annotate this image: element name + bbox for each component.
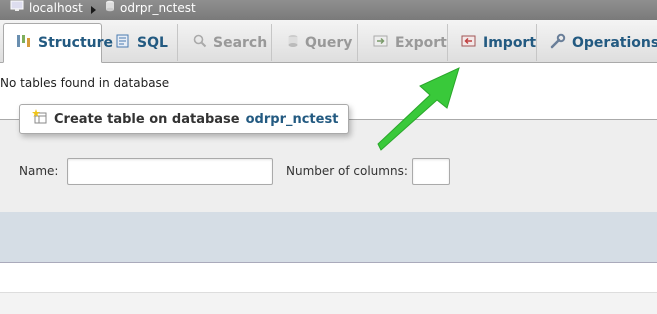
sql-icon <box>115 33 131 53</box>
create-table-legend-text: Create table on database <box>54 111 240 127</box>
wrench-icon <box>550 33 566 53</box>
tab-bar: Structure SQL Search Query Export Import <box>0 20 657 63</box>
tab-structure-label: Structure <box>38 35 114 51</box>
breadcrumb-database[interactable]: odrpr_nctest <box>105 0 196 16</box>
structure-icon <box>16 34 32 52</box>
breadcrumb: localhost odrpr_nctest <box>0 0 657 20</box>
tab-sql-label: SQL <box>137 34 168 51</box>
tab-import[interactable]: Import <box>449 24 537 61</box>
fieldset-footer <box>0 212 657 263</box>
create-table-database-name: odrpr_nctest <box>245 111 339 127</box>
breadcrumb-separator-icon <box>91 6 96 14</box>
breadcrumb-server[interactable]: localhost <box>10 0 83 16</box>
tab-operations[interactable]: Operations <box>538 24 657 61</box>
table-name-input[interactable] <box>67 158 273 185</box>
search-icon <box>193 34 207 52</box>
columns-count-input[interactable] <box>412 158 450 185</box>
tab-search-label: Search <box>213 34 268 51</box>
tab-export-label: Export <box>395 34 447 51</box>
create-table-legend: Create table on database odrpr_nctest <box>19 104 350 134</box>
tab-sql[interactable]: SQL <box>103 24 178 61</box>
columns-count-label: Number of columns: <box>286 164 408 178</box>
tab-export[interactable]: Export <box>359 24 448 61</box>
tab-operations-label: Operations <box>572 34 657 51</box>
no-tables-notice: No tables found in database <box>0 76 170 90</box>
page-bottom-area <box>0 292 657 314</box>
export-icon <box>373 34 389 52</box>
tab-search[interactable]: Search <box>179 24 272 61</box>
database-icon <box>105 0 115 16</box>
breadcrumb-database-label[interactable]: odrpr_nctest <box>120 0 196 16</box>
tab-import-label: Import <box>483 34 537 51</box>
table-name-label: Name: <box>19 164 59 178</box>
tab-structure[interactable]: Structure <box>3 23 113 63</box>
query-icon <box>287 34 299 52</box>
server-icon <box>10 0 24 16</box>
breadcrumb-server-label[interactable]: localhost <box>29 0 83 16</box>
new-table-icon <box>32 109 48 129</box>
import-icon <box>461 34 477 52</box>
tab-query-label: Query <box>305 34 353 51</box>
tab-query[interactable]: Query <box>273 24 358 61</box>
